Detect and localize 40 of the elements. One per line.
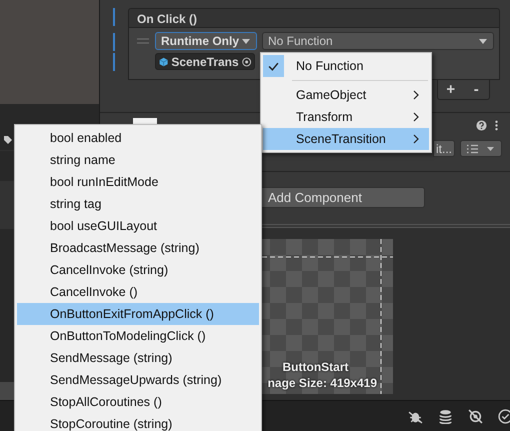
cube-icon — [159, 56, 168, 66]
preview-size: nage Size: 419x419 — [268, 376, 377, 390]
selection-marker — [113, 33, 115, 51]
selection-marker — [113, 53, 115, 71]
menu-item[interactable]: OnButtonExitFromAppClick () — [17, 303, 259, 325]
menu-item[interactable]: Transform — [263, 106, 429, 128]
layers-icon[interactable] — [438, 408, 453, 424]
tag-icon[interactable] — [3, 135, 13, 145]
menu-item[interactable]: CancelInvoke () — [17, 281, 259, 303]
function-dropdown[interactable]: No Function — [262, 32, 494, 50]
runtime-dropdown[interactable]: Runtime Only — [155, 32, 257, 50]
menu-item[interactable]: bool useGUILayout — [17, 215, 259, 237]
list-options-button[interactable] — [460, 140, 502, 157]
menu-item[interactable]: string name — [17, 149, 259, 171]
caret-icon — [242, 38, 250, 44]
menu-item[interactable]: SendMessage (string) — [17, 347, 259, 369]
menu-item[interactable]: BroadcastMessage (string) — [17, 237, 259, 259]
menu-item[interactable]: No Function — [263, 55, 429, 77]
object-field[interactable]: SceneTrans — [155, 53, 255, 70]
remove-button[interactable]: - — [464, 80, 489, 99]
add-button[interactable]: + — [438, 80, 464, 99]
visibility-off-icon[interactable] — [468, 408, 483, 424]
edit-button[interactable]: it... — [433, 140, 455, 157]
menu-item[interactable]: GameObject — [263, 84, 429, 106]
menu-item[interactable]: OnButtonToModelingClick () — [17, 325, 259, 347]
object-name: SceneTrans — [171, 54, 239, 68]
menu-item[interactable]: bool enabled — [17, 127, 259, 149]
menu-item[interactable]: SceneTransition — [263, 128, 429, 150]
caret-icon — [479, 38, 487, 44]
help-icon[interactable] — [476, 120, 487, 131]
menu-item[interactable]: StopAllCoroutines () — [17, 391, 259, 413]
target-picker-icon[interactable] — [242, 56, 251, 66]
menu-item[interactable]: StopCoroutine (string) — [17, 413, 259, 431]
menu-item[interactable]: SendMessageUpwards (string) — [17, 369, 259, 391]
menu-item[interactable]: CancelInvoke (string) — [17, 259, 259, 281]
selection-marker — [113, 8, 115, 26]
event-title: On Click () — [128, 8, 500, 28]
list-dropdown-icon — [466, 144, 496, 154]
drag-handle-icon[interactable] — [137, 38, 149, 44]
preview-name: ButtonStart — [282, 360, 350, 374]
